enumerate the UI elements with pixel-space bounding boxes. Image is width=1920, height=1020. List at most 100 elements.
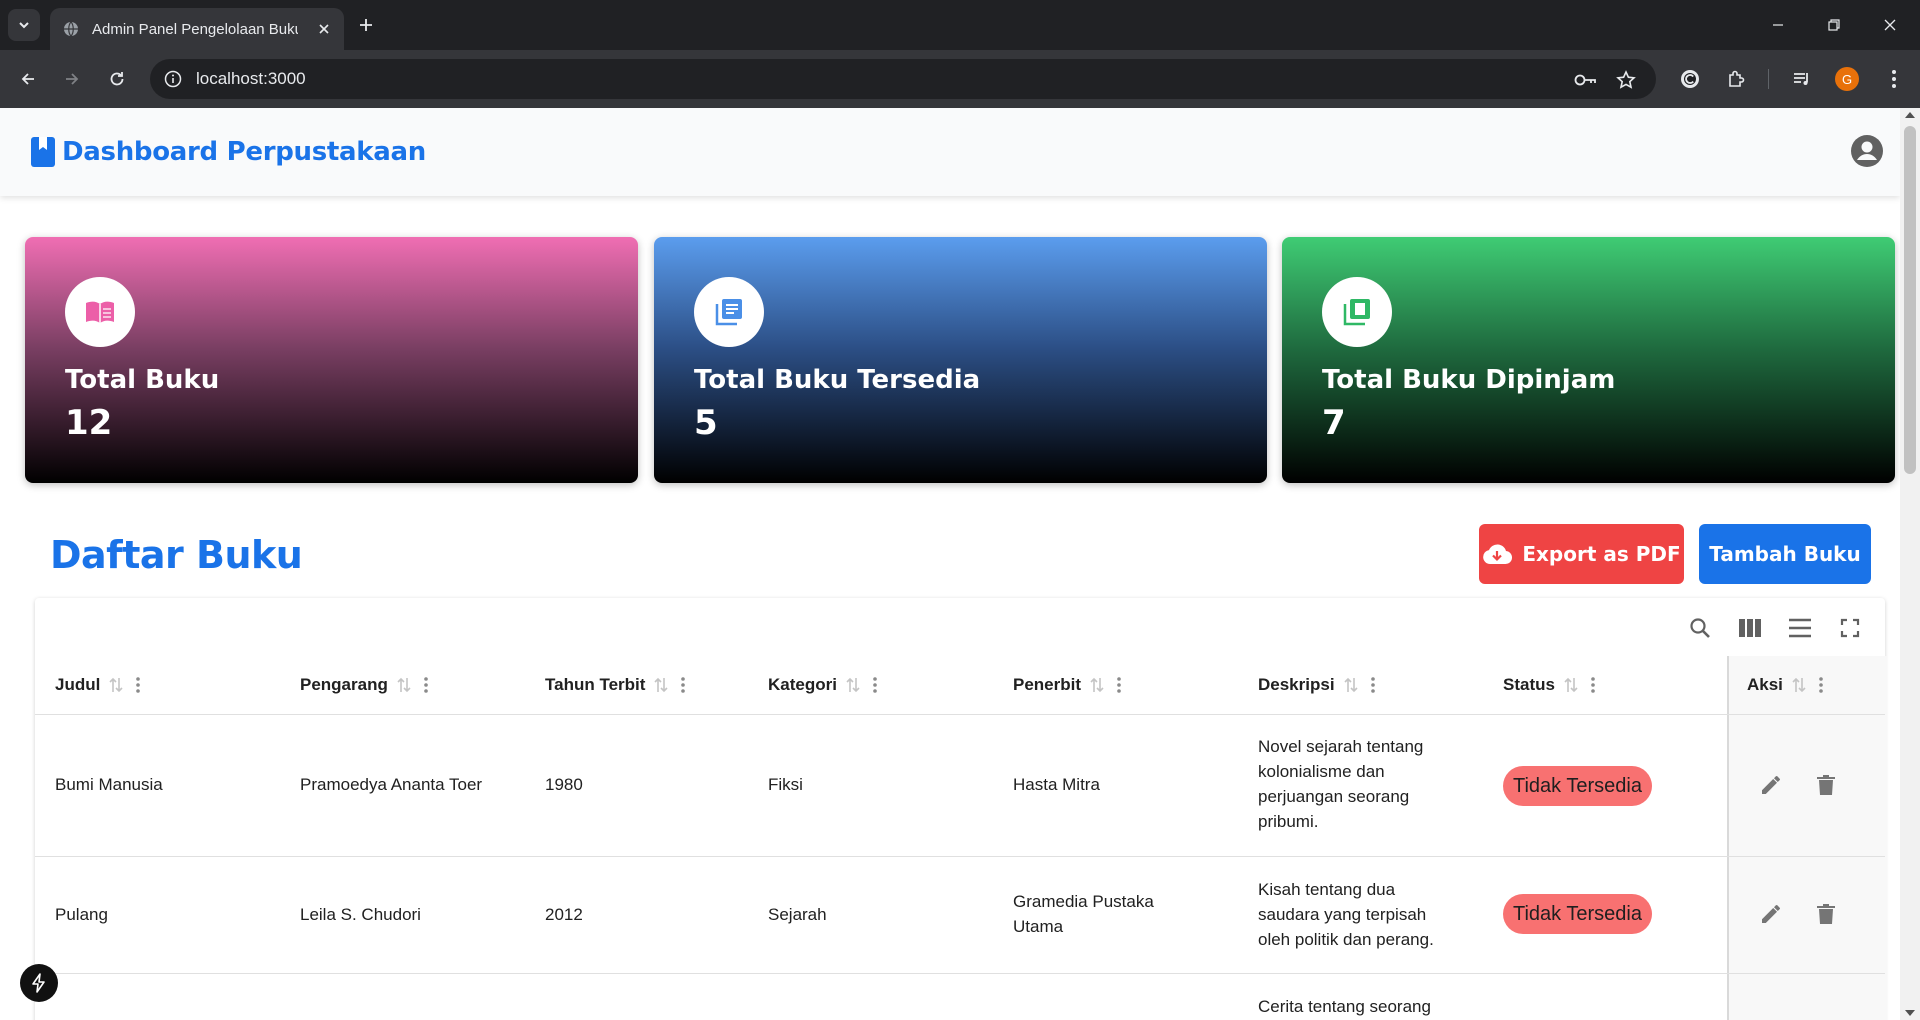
cell-judul: Bumi Manusia (55, 775, 163, 794)
cell-deskripsi: Kisah tentang dua saudara yang terpisah … (1258, 877, 1434, 952)
close-tab-icon[interactable] (314, 19, 334, 39)
add-book-button[interactable]: Tambah Buku (1699, 524, 1871, 584)
reload-button[interactable] (101, 63, 133, 95)
url-text[interactable]: localhost:3000 (196, 69, 306, 89)
sort-icon[interactable] (1343, 676, 1359, 694)
brand[interactable]: Dashboard Perpustakaan (30, 136, 426, 168)
media-queue-icon[interactable] (1788, 65, 1816, 93)
edit-icon[interactable] (1756, 899, 1786, 929)
deskripsi-line: Cerita tentang seorang (1258, 997, 1431, 1016)
extension-c-icon[interactable] (1676, 65, 1704, 93)
book-open-icon (65, 277, 135, 347)
export-pdf-label: Export as PDF (1522, 542, 1681, 566)
scrollbar-thumb[interactable] (1904, 126, 1916, 474)
stat-value: 12 (65, 403, 113, 443)
column-header-pengarang[interactable]: Pengarang (300, 656, 428, 714)
column-header-aksi[interactable]: Aksi (1747, 656, 1823, 714)
scroll-down-arrow[interactable] (1905, 1010, 1915, 1016)
column-menu-icon[interactable] (1591, 676, 1595, 694)
deskripsi-line: oleh politik dan perang. (1258, 930, 1434, 949)
forward-button[interactable] (56, 63, 88, 95)
cell-kategori: Sejarah (768, 905, 827, 924)
books-table: Judul Pengarang Tahun Terbit Kategori Pe (35, 598, 1887, 1020)
scroll-up-arrow[interactable] (1905, 112, 1915, 118)
column-header-deskripsi[interactable]: Deskripsi (1258, 656, 1375, 714)
column-menu-icon[interactable] (1117, 676, 1121, 694)
browser-tab-bar: Admin Panel Pengelolaan Buku (0, 0, 1920, 50)
column-menu-icon[interactable] (681, 676, 686, 694)
column-header-status[interactable]: Status (1503, 656, 1595, 714)
cell-tahun: 1980 (545, 775, 583, 794)
cell-pengarang: Leila S. Chudori (300, 905, 421, 924)
column-header-kategori[interactable]: Kategori (768, 656, 877, 714)
deskripsi-line: kolonialisme dan (1258, 762, 1385, 781)
close-window-button[interactable] (1862, 0, 1918, 50)
account-circle-icon[interactable] (1850, 134, 1884, 168)
table-row[interactable]: Pulang Leila S. Chudori 2012 Sejarah Gra… (35, 857, 1885, 974)
column-menu-icon[interactable] (873, 676, 877, 694)
table-header: Judul Pengarang Tahun Terbit Kategori Pe (35, 656, 1885, 715)
cell-kategori: Fiksi (768, 775, 803, 794)
column-header-judul[interactable]: Judul (55, 656, 141, 714)
density-icon[interactable] (1784, 612, 1816, 644)
sort-icon[interactable] (1563, 676, 1579, 694)
delete-icon[interactable] (1811, 770, 1841, 800)
column-label: Judul (55, 675, 101, 694)
restore-button[interactable] (1806, 0, 1862, 50)
bookmark-star-icon[interactable] (1614, 68, 1638, 92)
restore-icon (1828, 19, 1840, 31)
column-header-tahun-terbit[interactable]: Tahun Terbit (545, 656, 686, 714)
page-viewport: Dashboard Perpustakaan Total Buku 12 Tot… (0, 108, 1900, 1020)
column-label: Pengarang (300, 675, 388, 694)
profile-avatar[interactable]: G (1835, 67, 1859, 91)
fullscreen-icon[interactable] (1834, 612, 1866, 644)
column-menu-icon[interactable] (1819, 676, 1823, 694)
page-title: Daftar Buku (50, 533, 303, 577)
view-columns-icon[interactable] (1734, 612, 1766, 644)
tab-search-button[interactable] (8, 9, 40, 41)
column-header-penerbit[interactable]: Penerbit (1013, 656, 1121, 714)
search-icon[interactable] (1684, 612, 1716, 644)
reload-icon (110, 72, 124, 86)
cell-pengarang: Pramoedya Ananta Toer (300, 775, 483, 794)
new-tab-button[interactable] (352, 11, 380, 39)
deskripsi-line: pribumi. (1258, 812, 1319, 831)
sort-icon[interactable] (845, 676, 861, 694)
cell-tahun: 2012 (545, 905, 583, 924)
stat-value: 5 (694, 403, 718, 443)
stat-card-borrowed: Total Buku Dipinjam 7 (1282, 237, 1895, 483)
cell-deskripsi: Cerita tentang seorang (1258, 994, 1431, 1019)
password-key-icon[interactable] (1574, 68, 1598, 92)
more-menu-icon[interactable] (1880, 65, 1908, 93)
table-row[interactable]: Cerita tentang seorang (35, 974, 1885, 1020)
sort-icon[interactable] (653, 676, 669, 694)
browser-tab-active[interactable]: Admin Panel Pengelolaan Buku (50, 8, 344, 50)
delete-icon[interactable] (1811, 899, 1841, 929)
sort-icon[interactable] (108, 676, 124, 694)
page-scrollbar[interactable] (1900, 108, 1920, 1020)
column-menu-icon[interactable] (136, 676, 141, 694)
column-label: Penerbit (1013, 675, 1082, 694)
address-bar[interactable]: localhost:3000 (150, 59, 1656, 99)
back-button[interactable] (12, 63, 44, 95)
deskripsi-line: Novel sejarah tentang (1258, 737, 1424, 756)
sort-icon[interactable] (396, 676, 412, 694)
column-menu-icon[interactable] (424, 676, 428, 694)
sort-icon[interactable] (1089, 676, 1105, 694)
app-header: Dashboard Perpustakaan (0, 108, 1900, 196)
export-pdf-button[interactable]: Export as PDF (1479, 524, 1684, 584)
table-row[interactable]: Bumi Manusia Pramoedya Ananta Toer 1980 … (35, 715, 1885, 857)
column-menu-icon[interactable] (1370, 676, 1375, 694)
dev-tools-bolt-button[interactable] (20, 964, 58, 1002)
minimize-button[interactable] (1750, 0, 1806, 50)
brand-title: Dashboard Perpustakaan (62, 137, 426, 167)
globe-icon (62, 20, 80, 38)
stat-label: Total Buku Dipinjam (1322, 365, 1616, 395)
edit-icon[interactable] (1756, 770, 1786, 800)
bookmark-book-icon (30, 136, 56, 168)
site-info-icon[interactable] (162, 68, 184, 90)
close-icon (1884, 19, 1896, 31)
sort-icon[interactable] (1791, 676, 1807, 694)
library-add-check-icon (1322, 277, 1392, 347)
extensions-puzzle-icon[interactable] (1722, 65, 1750, 93)
